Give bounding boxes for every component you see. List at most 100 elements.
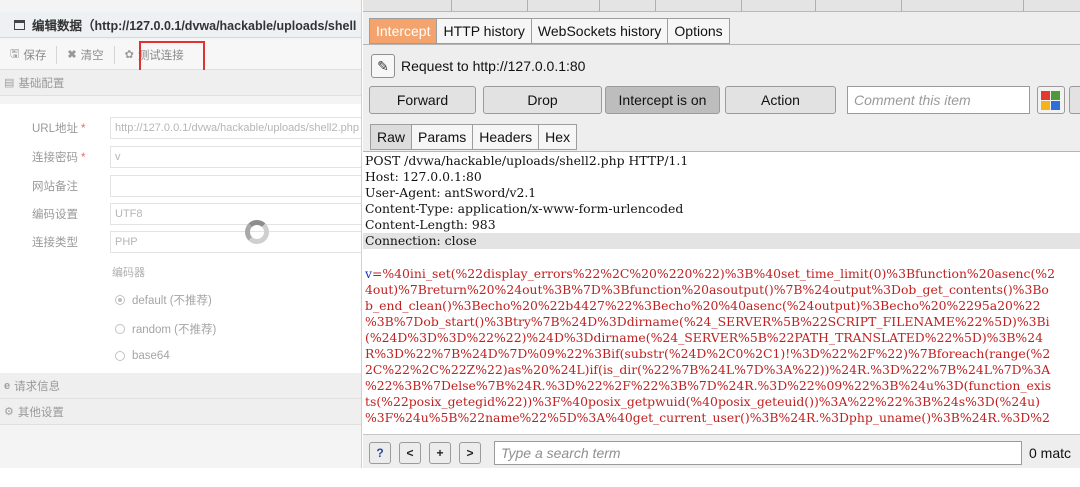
dialog-titlebar: 编辑数据（http://127.0.0.1/dvwa/hackable/uplo… — [0, 12, 361, 38]
color-swatch-green — [1051, 91, 1060, 100]
radio-icon — [115, 351, 125, 361]
url-label: URL地址 * — [0, 120, 110, 136]
tab-options[interactable]: Options — [667, 18, 730, 44]
highlight-color-button[interactable] — [1037, 86, 1065, 114]
clear-button[interactable]: ✖ 清空 — [57, 40, 113, 70]
encoder-radio-base64[interactable]: base64 — [115, 350, 170, 362]
url-row: URL地址 * http://127.0.0.1/dvwa/hackable/up… — [0, 117, 361, 139]
body-line: v=%40ini_set(%22display_errors%22%2C%20%… — [365, 266, 1055, 282]
e-icon: e — [4, 379, 11, 392]
tab-divider — [451, 0, 452, 12]
remark-row: 网站备注 — [0, 175, 361, 197]
search-bar: ? < + > Type a search term 0 matc — [363, 434, 1080, 468]
top-tabbar-strip — [363, 0, 1080, 12]
required-mark: * — [81, 152, 86, 164]
remark-input[interactable] — [110, 175, 361, 197]
help-button[interactable]: ? — [369, 442, 391, 464]
tab-divider — [901, 0, 902, 12]
body-line: %22%3B%7Delse%7B%24R.%3D%22%2F%22%3B%7D%… — [365, 378, 1052, 393]
section-other-settings[interactable]: ⚙ 其他设置 — [0, 399, 361, 425]
encoder-radio-random[interactable]: random (不推荐) — [115, 321, 216, 337]
encoding-select[interactable]: UTF8 — [110, 203, 361, 225]
body-line-text: =%40ini_set(%22display_errors%22%2C%20%2… — [372, 266, 1055, 281]
body-line: 2C%22%2C%22Z%22)as%20%24L)if(is_dir(%22%… — [365, 362, 1051, 377]
add-option-button[interactable]: + — [429, 442, 451, 464]
floppy-icon: 🖫 — [10, 48, 20, 60]
previous-match-button[interactable]: < — [399, 442, 421, 464]
gears-icon: ⚙ — [4, 406, 14, 418]
intercept-toggle-button[interactable]: Intercept is on — [605, 86, 720, 114]
body-line: b_end_clean()%3Becho%20%22b4427%22%3Bech… — [365, 298, 1041, 313]
color-swatch-yellow — [1041, 101, 1050, 110]
clear-label: 清空 — [80, 49, 104, 62]
action-button[interactable]: Action — [725, 86, 836, 114]
next-match-button[interactable]: > — [459, 442, 481, 464]
dialog-title: 编辑数据（http://127.0.0.1/dvwa/hackable/uplo… — [32, 19, 357, 33]
header-line: Content-Type: application/x-www-form-url… — [365, 201, 684, 216]
tab-websockets-history[interactable]: WebSockets history — [530, 18, 668, 44]
tab-intercept[interactable]: Intercept — [369, 18, 437, 44]
close-icon: ✖ — [67, 49, 77, 61]
forward-button[interactable]: Forward — [369, 86, 476, 114]
password-row: 连接密码 * v — [0, 146, 361, 168]
password-label: 连接密码 * — [0, 149, 110, 165]
encoder-label: 编码器 — [112, 267, 145, 279]
tab-divider — [741, 0, 742, 12]
tab-params[interactable]: Params — [411, 124, 473, 150]
section-basic-label: 基础配置 — [18, 77, 65, 90]
window-icon — [14, 19, 25, 30]
tab-divider — [527, 0, 528, 12]
tab-divider — [599, 0, 600, 12]
header-line: Content-Length: 983 — [365, 217, 496, 232]
config-form: URL地址 * http://127.0.0.1/dvwa/hackable/up… — [0, 104, 361, 374]
radio-selected-icon — [115, 295, 125, 305]
section-request-info[interactable]: e 请求信息 — [0, 373, 361, 399]
radio-icon — [115, 324, 125, 334]
encoding-row: 编码设置 UTF8 — [0, 203, 361, 225]
section-basic-config[interactable]: ▤ 基础配置 — [0, 70, 361, 96]
password-input[interactable]: v — [110, 146, 361, 168]
clipped-button[interactable] — [1069, 86, 1080, 114]
raw-request-editor[interactable]: POST /dvwa/hackable/uploads/shell2.php H… — [363, 151, 1080, 434]
encoder-option-label: base64 — [132, 350, 170, 362]
password-label-text: 连接密码 — [32, 152, 78, 164]
tab-http-history[interactable]: HTTP history — [436, 18, 531, 44]
encoding-label: 编码设置 — [32, 209, 78, 221]
save-button[interactable]: 🖫 保存 — [0, 40, 56, 70]
save-label: 保存 — [23, 49, 47, 62]
tab-divider — [1023, 0, 1024, 12]
type-label: 连接类型 — [32, 237, 78, 249]
remark-label: 网站备注 — [32, 181, 78, 193]
tab-raw[interactable]: Raw — [370, 124, 412, 150]
body-line: %3F%24u%5B%22name%22%5D%3A%40get_current… — [365, 410, 1050, 425]
request-line: POST /dvwa/hackable/uploads/shell2.php H… — [365, 153, 689, 168]
encoder-option-label: default (不推荐) — [132, 295, 212, 307]
tab-hex[interactable]: Hex — [538, 124, 578, 150]
tab-divider — [815, 0, 816, 12]
section-other-label: 其他设置 — [17, 406, 64, 419]
body-line: ts(%22posix_getegid%22))%3F%40posix_getp… — [365, 394, 1040, 409]
match-count: 0 matc — [1029, 445, 1072, 461]
tab-headers[interactable]: Headers — [472, 124, 539, 150]
header-line: User-Agent: antSword/v2.1 — [365, 185, 537, 200]
url-label-text: URL地址 — [32, 123, 79, 135]
search-input[interactable]: Type a search term — [494, 441, 1022, 465]
proxy-subtabs: Intercept HTTP history WebSockets histor… — [369, 18, 730, 44]
type-row: 连接类型 PHP — [0, 231, 361, 253]
drop-button[interactable]: Drop — [483, 86, 602, 114]
color-swatch-red — [1041, 91, 1050, 100]
type-select[interactable]: PHP — [110, 231, 361, 253]
body-line: %3B%7Dob_start()%3Btry%7B%24D%3Ddirname(… — [365, 314, 1050, 329]
message-view-tabs: Raw Params Headers Hex — [370, 124, 578, 150]
pencil-icon[interactable]: ✎ — [371, 54, 395, 78]
header-line-highlighted: Connection: close — [363, 233, 1080, 249]
encoder-radio-default[interactable]: default (不推荐) — [115, 292, 212, 308]
required-mark: * — [81, 123, 86, 135]
section-request-label: 请求信息 — [14, 380, 61, 393]
encoder-option-label: random (不推荐) — [132, 324, 217, 336]
antsword-edit-dialog: 编辑数据（http://127.0.0.1/dvwa/hackable/uplo… — [0, 0, 362, 468]
url-input[interactable]: http://127.0.0.1/dvwa/hackable/uploads/s… — [110, 117, 361, 139]
tab-underline — [363, 44, 1080, 45]
comment-input[interactable]: Comment this item — [847, 86, 1030, 114]
body-line: (%24D%3D%3D%22%22)%24D%3Ddirname(%24_SER… — [365, 330, 1043, 345]
